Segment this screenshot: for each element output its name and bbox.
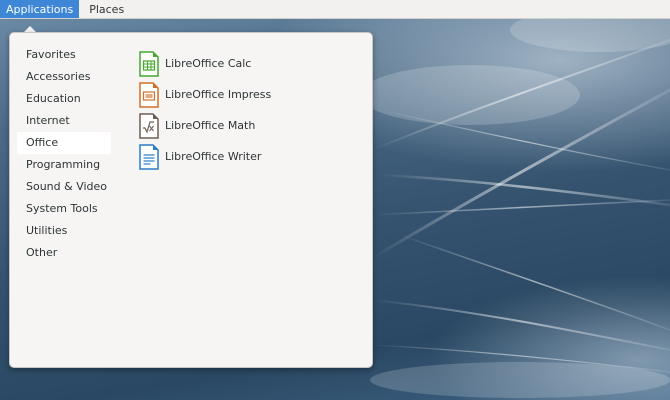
app-label: LibreOffice Math xyxy=(165,119,256,132)
category-system-tools[interactable]: System Tools xyxy=(17,198,111,220)
app-label: LibreOffice Calc xyxy=(165,57,252,70)
app-libreoffice-impress[interactable]: LibreOffice Impress xyxy=(138,79,358,110)
category-other[interactable]: Other xyxy=(17,242,111,264)
category-sound-video[interactable]: Sound & Video xyxy=(17,176,111,198)
category-education[interactable]: Education xyxy=(17,88,111,110)
category-internet[interactable]: Internet xyxy=(17,110,111,132)
libreoffice-calc-icon xyxy=(139,50,159,77)
app-label: LibreOffice Writer xyxy=(165,150,262,163)
app-libreoffice-math[interactable]: LibreOffice Math xyxy=(138,110,358,141)
app-libreoffice-calc[interactable]: LibreOffice Calc xyxy=(138,48,358,79)
libreoffice-writer-icon xyxy=(139,143,159,170)
places-menu-button[interactable]: Places xyxy=(83,0,130,18)
category-favorites[interactable]: Favorites xyxy=(17,44,111,66)
applications-menu: Favorites Accessories Education Internet… xyxy=(9,32,373,368)
top-panel: Applications Places xyxy=(0,0,670,19)
category-accessories[interactable]: Accessories xyxy=(17,66,111,88)
category-utilities[interactable]: Utilities xyxy=(17,220,111,242)
app-label: LibreOffice Impress xyxy=(165,88,272,101)
category-office[interactable]: Office xyxy=(17,132,111,154)
category-list: Favorites Accessories Education Internet… xyxy=(17,44,111,264)
libreoffice-impress-icon xyxy=(139,81,159,108)
applications-menu-button[interactable]: Applications xyxy=(0,0,80,18)
app-list: LibreOffice Calc LibreOffice Impress Lib… xyxy=(138,48,358,172)
app-libreoffice-writer[interactable]: LibreOffice Writer xyxy=(138,141,358,172)
libreoffice-math-icon xyxy=(139,112,159,139)
category-programming[interactable]: Programming xyxy=(17,154,111,176)
